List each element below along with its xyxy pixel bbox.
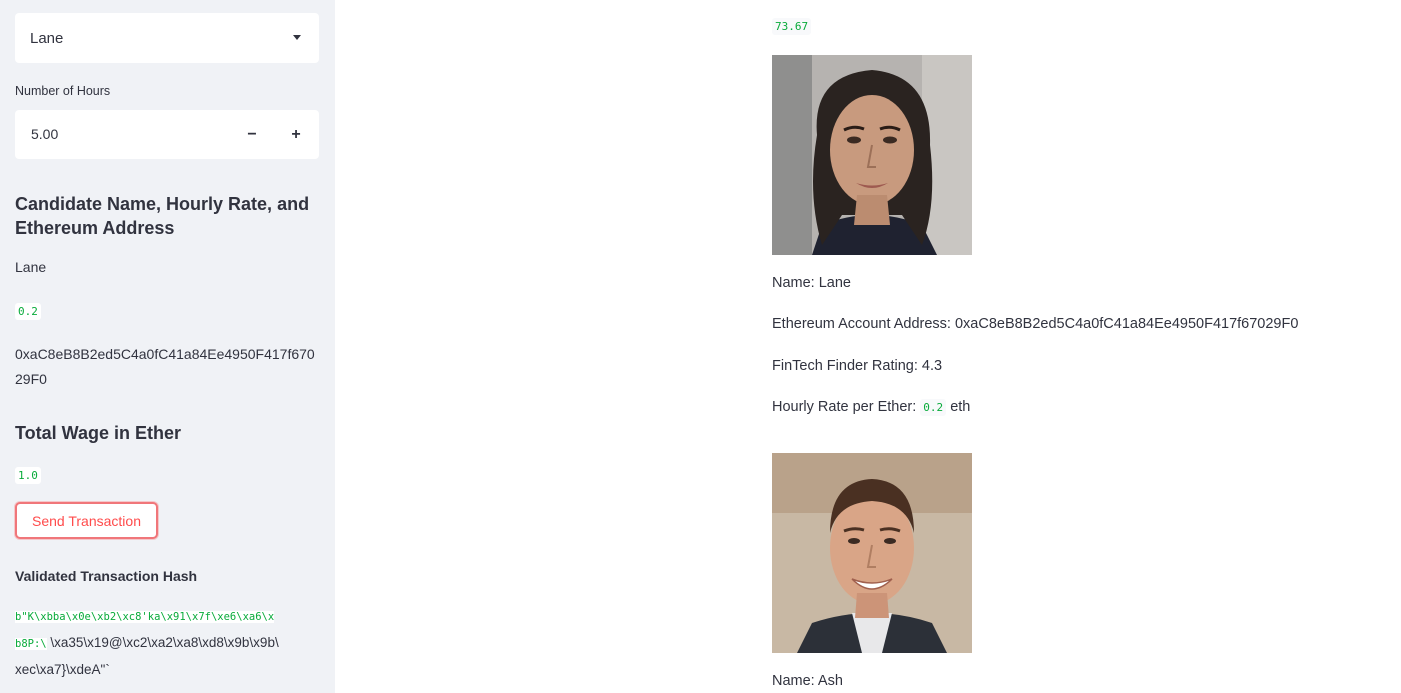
transaction-hash: b"K\xbba\x0e\xb2\xc8'ka\x91\x7f\xe6\xa6\… — [15, 603, 319, 682]
send-transaction-button[interactable]: Send Transaction — [15, 502, 158, 539]
candidate-rate: 0.2 — [15, 303, 41, 320]
rate-value: 0.2 — [920, 399, 947, 416]
transaction-hash-header: Validated Transaction Hash — [15, 568, 198, 584]
hash-text-line-2: \xa35\x19@\xc2\xa2\xa8\xd8\x9b\x9b\ — [46, 635, 279, 650]
candidate-info-header: Candidate Name, Hourly Rate, and Ethereu… — [15, 194, 310, 238]
candidate-select-value: Lane — [30, 29, 64, 47]
hash-code-line-1: b"K\xbba\x0e\xb2\xc8'ka\x91\x7f\xe6\xa6\… — [15, 611, 275, 623]
candidate-photo-ash — [772, 453, 972, 653]
hours-label: Number of Hours — [15, 84, 111, 98]
candidate-rating-line: FinTech Finder Rating: 4.3 — [772, 358, 943, 374]
rate-prefix: Hourly Rate per Ether: — [772, 399, 921, 415]
candidate-select[interactable]: Lane — [15, 13, 319, 63]
decrement-button[interactable]: − — [241, 110, 263, 159]
rate-suffix: eth — [946, 399, 971, 415]
hours-number-input[interactable]: 5.00 − + — [15, 110, 319, 159]
increment-button[interactable]: + — [285, 110, 307, 159]
hash-text-line-3: xec\xa7}\xdeA"` — [15, 662, 110, 677]
main-content: 73.67 Name: Lane Ethereum Account Addres… — [335, 0, 1401, 693]
hash-code-line-2: b8P:\ — [15, 638, 47, 650]
candidate-name: Lane — [15, 259, 47, 275]
candidate-name-line-2: Name: Ash — [772, 673, 843, 689]
total-wage-value: 1.0 — [15, 467, 41, 484]
caret-down-icon[interactable] — [293, 35, 301, 40]
account-balance: 73.67 — [772, 18, 812, 35]
sidebar: Lane Number of Hours 5.00 − + Candidate … — [0, 0, 335, 693]
candidate-address-line: Ethereum Account Address: 0xaC8eB8B2ed5C… — [772, 316, 1299, 332]
candidate-address: 0xaC8eB8B2ed5C4a0fC41a84Ee4950F417f67029… — [15, 346, 315, 387]
candidate-rate-line: Hourly Rate per Ether: 0.2 eth — [772, 399, 971, 416]
candidate-name-line: Name: Lane — [772, 275, 851, 291]
candidate-photo-lane — [772, 55, 972, 255]
hours-value[interactable]: 5.00 — [31, 126, 58, 142]
total-wage-header: Total Wage in Ether — [15, 423, 182, 443]
